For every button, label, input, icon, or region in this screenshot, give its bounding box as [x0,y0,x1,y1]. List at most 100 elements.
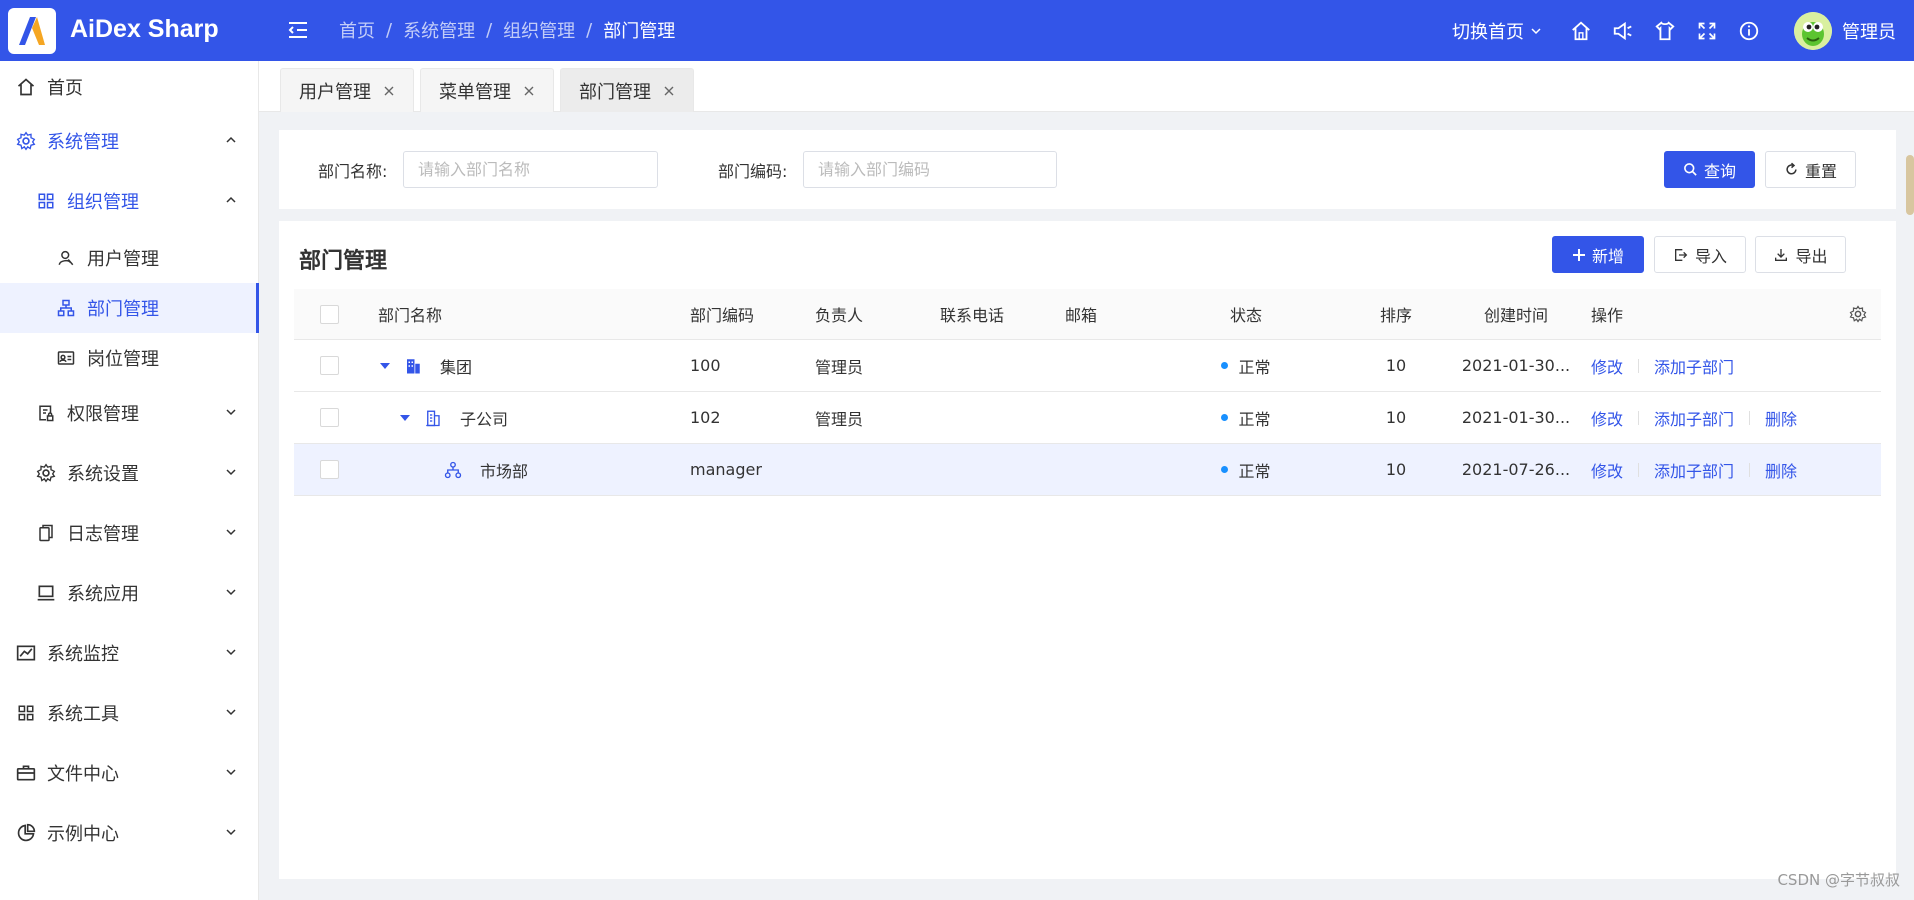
sidebar-item-apps[interactable]: 系统应用 [0,568,259,618]
avatar[interactable] [1794,11,1832,50]
tab-menu[interactable]: 菜单管理 [420,68,554,112]
sidebar-item-settings[interactable]: 系统设置 [0,448,259,498]
edit-link[interactable]: 修改 [1591,354,1623,378]
switch-home-dropdown[interactable]: 切换首页 [1452,18,1542,44]
sidebar-item-org[interactable]: 组织管理 [0,176,259,226]
row-checkbox[interactable] [320,460,339,479]
caret-down-icon[interactable] [398,411,412,425]
reset-label: 重置 [1804,161,1837,181]
building-outline-icon [426,410,440,426]
import-icon [1674,248,1688,261]
dept-code: manager [690,460,762,479]
action-separator [1638,462,1640,477]
caret-down-icon[interactable] [378,359,392,373]
col-header-status[interactable]: 状态 [1181,289,1311,339]
chevron-down-icon [226,529,236,536]
table-row[interactable]: 市场部 manager 正常 10 2021-07-26... 修改 添加子部门… [294,444,1881,496]
row-checkbox[interactable] [320,356,339,375]
sidebar-item-dept[interactable]: 部门管理 [0,283,259,333]
tab-user[interactable]: 用户管理 [280,68,414,112]
breadcrumb-current: 部门管理 [603,21,676,42]
row-select-cell [320,444,339,495]
sidebar-item-demo[interactable]: 示例中心 [0,808,259,858]
plus-icon [1572,248,1585,261]
sidebar-item-home[interactable]: 首页 [0,62,259,112]
info-icon[interactable] [1736,18,1762,44]
close-icon[interactable] [383,85,395,97]
close-icon[interactable] [663,85,675,97]
row-checkbox[interactable] [320,408,339,427]
chevron-down-icon [226,409,236,416]
building-icon [407,358,420,373]
col-header-created[interactable]: 创建时间 [1446,289,1586,339]
chevron-down-icon [226,589,236,596]
add-button[interactable]: 新增 [1552,236,1644,273]
import-button[interactable]: 导入 [1654,236,1746,273]
column-settings-icon[interactable] [1849,289,1867,339]
breadcrumb-home[interactable]: 首页 [339,17,375,43]
delete-link[interactable]: 删除 [1765,458,1797,482]
edit-link[interactable]: 修改 [1591,406,1623,430]
id-card-icon [55,347,77,369]
menu-collapse-icon[interactable] [286,18,310,42]
edit-link[interactable]: 修改 [1591,458,1623,482]
add-child-link[interactable]: 添加子部门 [1654,354,1734,378]
dept-created: 2021-01-30... [1461,356,1571,375]
dept-sort: 10 [1385,460,1407,479]
tab-dept[interactable]: 部门管理 [560,68,694,112]
page-scrollbar[interactable] [1906,155,1914,215]
sidebar-item-system[interactable]: 系统管理 [0,116,259,166]
sidebar-item-label: 文件中心 [47,764,119,785]
breadcrumb-org[interactable]: 组织管理 [503,17,575,43]
sidebar-item-label: 系统监控 [47,644,119,665]
dept-panel: 部门管理 新增 导入 导出 部门名称 部门编码 负责人 联系电话 邮箱 状态 排… [279,221,1896,879]
dept-code-input[interactable] [803,151,1057,188]
col-header-sort[interactable]: 排序 [1356,289,1436,339]
dept-created: 2021-07-26... [1461,460,1571,479]
reset-button[interactable]: 重置 [1765,151,1856,188]
query-button[interactable]: 查询 [1664,151,1755,188]
export-label: 导出 [1795,246,1828,266]
table-row[interactable]: 集团 100 管理员 正常 10 2021-01-30... 修改 添加子部门 [294,340,1881,392]
app-logo[interactable] [8,8,56,54]
sidebar-item-tools[interactable]: 系统工具 [0,688,259,738]
username[interactable]: 管理员 [1842,18,1896,44]
status-text: 正常 [1238,461,1271,481]
sidebar-item-post[interactable]: 岗位管理 [0,333,259,383]
dept-code: 100 [690,356,721,375]
export-button[interactable]: 导出 [1755,236,1846,273]
copy-document-icon [35,522,57,544]
add-child-link[interactable]: 添加子部门 [1654,458,1734,482]
col-header-email[interactable]: 邮箱 [1065,289,1097,339]
sidebar-item-perm[interactable]: 权限管理 [0,388,259,438]
theme-skin-icon[interactable] [1652,18,1678,44]
announcement-icon[interactable] [1610,18,1636,44]
dept-name-input[interactable] [403,151,658,188]
breadcrumb-separator: / [486,19,493,41]
chevron-down-icon [226,769,236,776]
col-header-leader[interactable]: 负责人 [815,289,863,339]
col-header-phone[interactable]: 联系电话 [940,289,1004,339]
delete-link[interactable]: 删除 [1765,406,1797,430]
sidebar-item-label: 首页 [47,78,83,99]
home-icon[interactable] [1568,18,1594,44]
col-header-actions: 操作 [1591,306,1624,325]
dept-name: 市场部 [480,461,529,481]
col-header-name[interactable]: 部门名称 [378,289,442,339]
breadcrumb-system[interactable]: 系统管理 [403,17,475,43]
sidebar-item-monitor[interactable]: 系统监控 [0,628,259,678]
status-cell: 正常 [1181,444,1311,495]
sidebar-item-user[interactable]: 用户管理 [0,233,259,283]
document-lock-icon [35,402,57,424]
action-separator [1638,358,1640,373]
sidebar-item-logs[interactable]: 日志管理 [0,508,259,558]
close-icon[interactable] [523,85,535,97]
add-child-link[interactable]: 添加子部门 [1654,406,1734,430]
switch-home-label: 切换首页 [1452,21,1524,43]
select-all-checkbox[interactable] [320,304,339,324]
table-row[interactable]: 子公司 102 管理员 正常 10 2021-01-30... 修改 添加子部门… [294,392,1881,444]
col-header-code[interactable]: 部门编码 [690,289,754,339]
fullscreen-icon[interactable] [1694,18,1720,44]
sidebar-item-files[interactable]: 文件中心 [0,748,259,798]
chevron-down-icon [226,829,236,836]
